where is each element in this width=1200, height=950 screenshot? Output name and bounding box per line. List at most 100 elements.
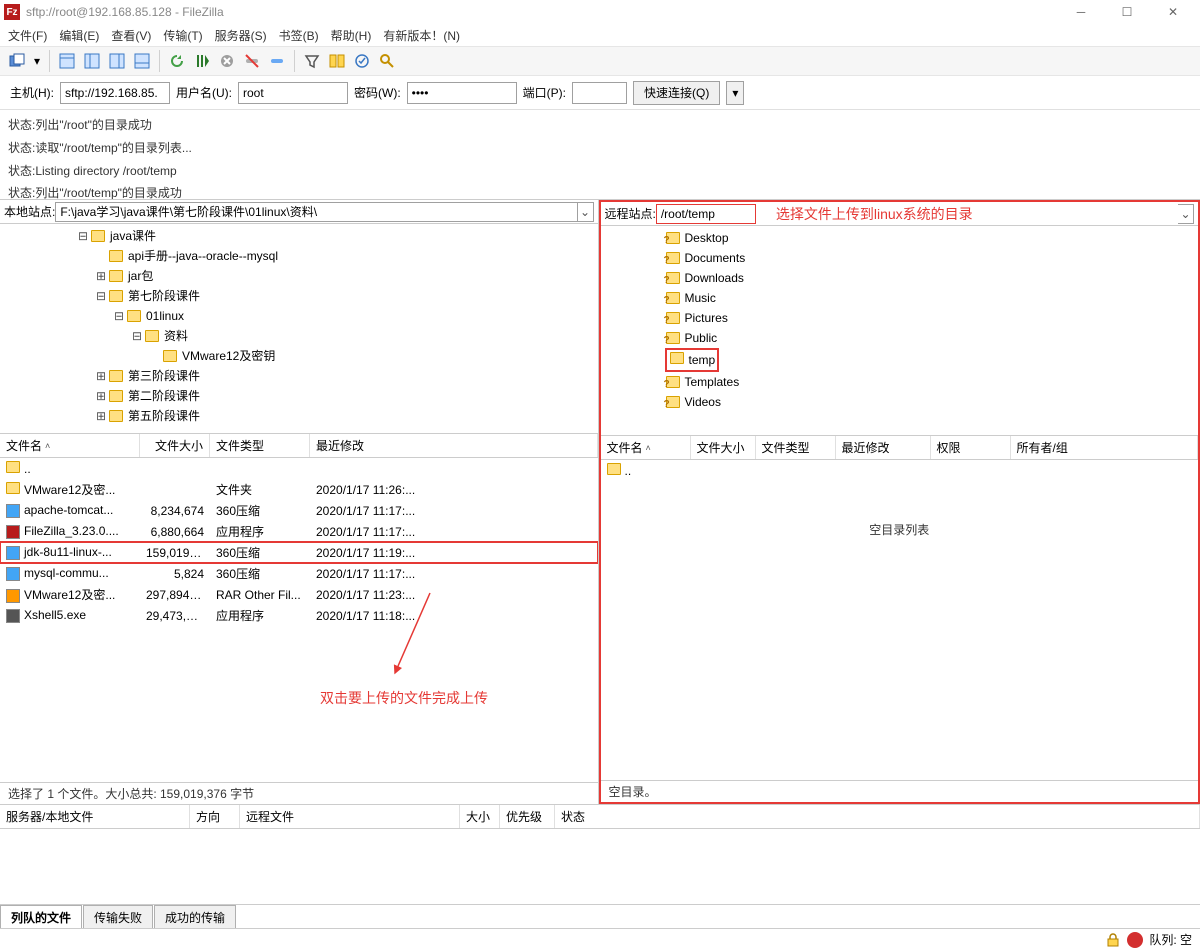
minimize-button[interactable]: ─ <box>1058 0 1104 24</box>
collapse-icon[interactable]: ⊟ <box>112 306 126 326</box>
refresh-icon[interactable] <box>166 50 188 72</box>
file-row[interactable]: .. <box>601 460 1199 481</box>
tree-node[interactable]: ⊟01linux <box>4 306 594 326</box>
tree-node[interactable]: Documents <box>605 248 1195 268</box>
port-input[interactable] <box>572 82 627 104</box>
th-priority[interactable]: 优先级 <box>500 805 555 828</box>
th-direction[interactable]: 方向 <box>190 805 240 828</box>
tree-node[interactable]: Videos <box>605 392 1195 412</box>
reconnect-icon[interactable] <box>266 50 288 72</box>
expand-icon[interactable]: ⊞ <box>94 366 108 386</box>
menu-transfer[interactable]: 传输(T) <box>163 27 202 44</box>
local-file-header[interactable]: 文件名˄ 文件大小 文件类型 最近修改 <box>0 434 598 458</box>
toggle-queue-icon[interactable] <box>131 50 153 72</box>
file-row[interactable]: mysql-commu...5,824360压缩2020/1/17 11:17:… <box>0 563 598 584</box>
tree-node[interactable]: ⊞第五阶段课件 <box>4 406 594 426</box>
tree-node[interactable]: Public <box>605 328 1195 348</box>
local-path-input[interactable] <box>55 202 577 222</box>
file-row[interactable]: apache-tomcat...8,234,674360压缩2020/1/17 … <box>0 500 598 521</box>
cancel-icon[interactable] <box>216 50 238 72</box>
tab-queued[interactable]: 列队的文件 <box>0 905 82 928</box>
remote-path-dropdown-icon[interactable]: ⌄ <box>1178 204 1194 224</box>
col-filesize[interactable]: 文件大小 <box>691 436 756 459</box>
tree-node[interactable]: ⊟java课件 <box>4 226 594 246</box>
col-modified[interactable]: 最近修改 <box>836 436 931 459</box>
th-status[interactable]: 状态 <box>555 805 1200 828</box>
close-button[interactable]: ✕ <box>1150 0 1196 24</box>
maximize-button[interactable]: ☐ <box>1104 0 1150 24</box>
menu-server[interactable]: 服务器(S) <box>215 27 267 44</box>
tab-failed[interactable]: 传输失败 <box>83 905 153 928</box>
col-modified[interactable]: 最近修改 <box>310 434 598 457</box>
remote-tree[interactable]: DesktopDocumentsDownloadsMusicPicturesPu… <box>601 226 1199 436</box>
tree-node[interactable]: Desktop <box>605 228 1195 248</box>
col-filetype[interactable]: 文件类型 <box>210 434 310 457</box>
expand-icon[interactable]: ⊞ <box>94 406 108 426</box>
menu-newversion[interactable]: 有新版本！(N) <box>383 27 460 44</box>
th-serverfile[interactable]: 服务器/本地文件 <box>0 805 190 828</box>
th-size[interactable]: 大小 <box>460 805 500 828</box>
pass-input[interactable] <box>407 82 517 104</box>
col-filesize[interactable]: 文件大小 <box>140 434 210 457</box>
tree-node[interactable]: ⊞jar包 <box>4 266 594 286</box>
remote-status-text: 空目录。 <box>601 780 1199 802</box>
transfer-header[interactable]: 服务器/本地文件 方向 远程文件 大小 优先级 状态 <box>0 805 1200 829</box>
tree-node[interactable]: api手册--java--oracle--mysql <box>4 246 594 266</box>
col-perm[interactable]: 权限 <box>931 436 1011 459</box>
th-remotefile[interactable]: 远程文件 <box>240 805 460 828</box>
tab-successful[interactable]: 成功的传输 <box>154 905 236 928</box>
file-row[interactable]: FileZilla_3.23.0....6,880,664应用程序2020/1/… <box>0 521 598 542</box>
quickconnect-dropdown-icon[interactable]: ▾ <box>726 81 744 105</box>
sync-browse-icon[interactable] <box>351 50 373 72</box>
local-filelist-body[interactable]: ..VMware12及密...文件夹2020/1/17 11:26:...apa… <box>0 458 598 782</box>
host-input[interactable] <box>60 82 170 104</box>
tree-node[interactable]: VMware12及密钥 <box>4 346 594 366</box>
sitemanager-icon[interactable] <box>6 50 28 72</box>
collapse-icon[interactable]: ⊟ <box>130 326 144 346</box>
tree-node[interactable]: ⊞第三阶段课件 <box>4 366 594 386</box>
tree-node[interactable]: Music <box>605 288 1195 308</box>
process-queue-icon[interactable] <box>191 50 213 72</box>
tree-node[interactable]: ⊞第二阶段课件 <box>4 386 594 406</box>
remote-path-input[interactable] <box>656 204 756 224</box>
menu-view[interactable]: 查看(V) <box>111 27 151 44</box>
menu-file[interactable]: 文件(F) <box>8 27 47 44</box>
file-row[interactable]: jdk-8u11-linux-...159,019,3...360压缩2020/… <box>0 542 598 563</box>
tree-node[interactable]: ⊟资料 <box>4 326 594 346</box>
collapse-icon[interactable]: ⊟ <box>94 286 108 306</box>
col-filename[interactable]: 文件名 <box>6 437 42 454</box>
disconnect-icon[interactable] <box>241 50 263 72</box>
filter-icon[interactable] <box>301 50 323 72</box>
col-filename[interactable]: 文件名 <box>607 439 643 456</box>
tree-node[interactable]: Pictures <box>605 308 1195 328</box>
transfer-body[interactable] <box>0 829 1200 904</box>
file-row[interactable]: .. <box>0 458 598 479</box>
tree-node[interactable]: Downloads <box>605 268 1195 288</box>
compare-icon[interactable] <box>326 50 348 72</box>
tree-node[interactable]: ⊟第七阶段课件 <box>4 286 594 306</box>
collapse-icon[interactable]: ⊟ <box>76 226 90 246</box>
toggle-local-tree-icon[interactable] <box>81 50 103 72</box>
toggle-log-icon[interactable] <box>56 50 78 72</box>
col-owner[interactable]: 所有者/组 <box>1011 436 1199 459</box>
file-row[interactable]: VMware12及密...297,894,5...RAR Other Fil..… <box>0 584 598 605</box>
local-path-dropdown-icon[interactable]: ⌄ <box>578 202 594 222</box>
quickconnect-button[interactable]: 快速连接(Q) <box>633 81 720 105</box>
expand-icon[interactable]: ⊞ <box>94 266 108 286</box>
remote-file-header[interactable]: 文件名˄ 文件大小 文件类型 最近修改 权限 所有者/组 <box>601 436 1199 460</box>
tree-node[interactable]: temp <box>605 348 1195 372</box>
sitemanager-dropdown-icon[interactable]: ▾ <box>31 50 43 72</box>
file-row[interactable]: Xshell5.exe29,473,976应用程序2020/1/17 11:18… <box>0 605 598 626</box>
file-row[interactable]: VMware12及密...文件夹2020/1/17 11:26:... <box>0 479 598 500</box>
col-filetype[interactable]: 文件类型 <box>756 436 836 459</box>
search-icon[interactable] <box>376 50 398 72</box>
menu-help[interactable]: 帮助(H) <box>331 27 372 44</box>
tree-node[interactable]: Templates <box>605 372 1195 392</box>
local-tree[interactable]: ⊟java课件api手册--java--oracle--mysql⊞jar包⊟第… <box>0 224 598 434</box>
menu-edit[interactable]: 编辑(E) <box>59 27 99 44</box>
expand-icon[interactable]: ⊞ <box>94 386 108 406</box>
toggle-remote-tree-icon[interactable] <box>106 50 128 72</box>
user-input[interactable] <box>238 82 348 104</box>
remote-filelist-body[interactable]: .. 空目录列表 <box>601 460 1199 780</box>
menu-bookmark[interactable]: 书签(B) <box>279 27 319 44</box>
